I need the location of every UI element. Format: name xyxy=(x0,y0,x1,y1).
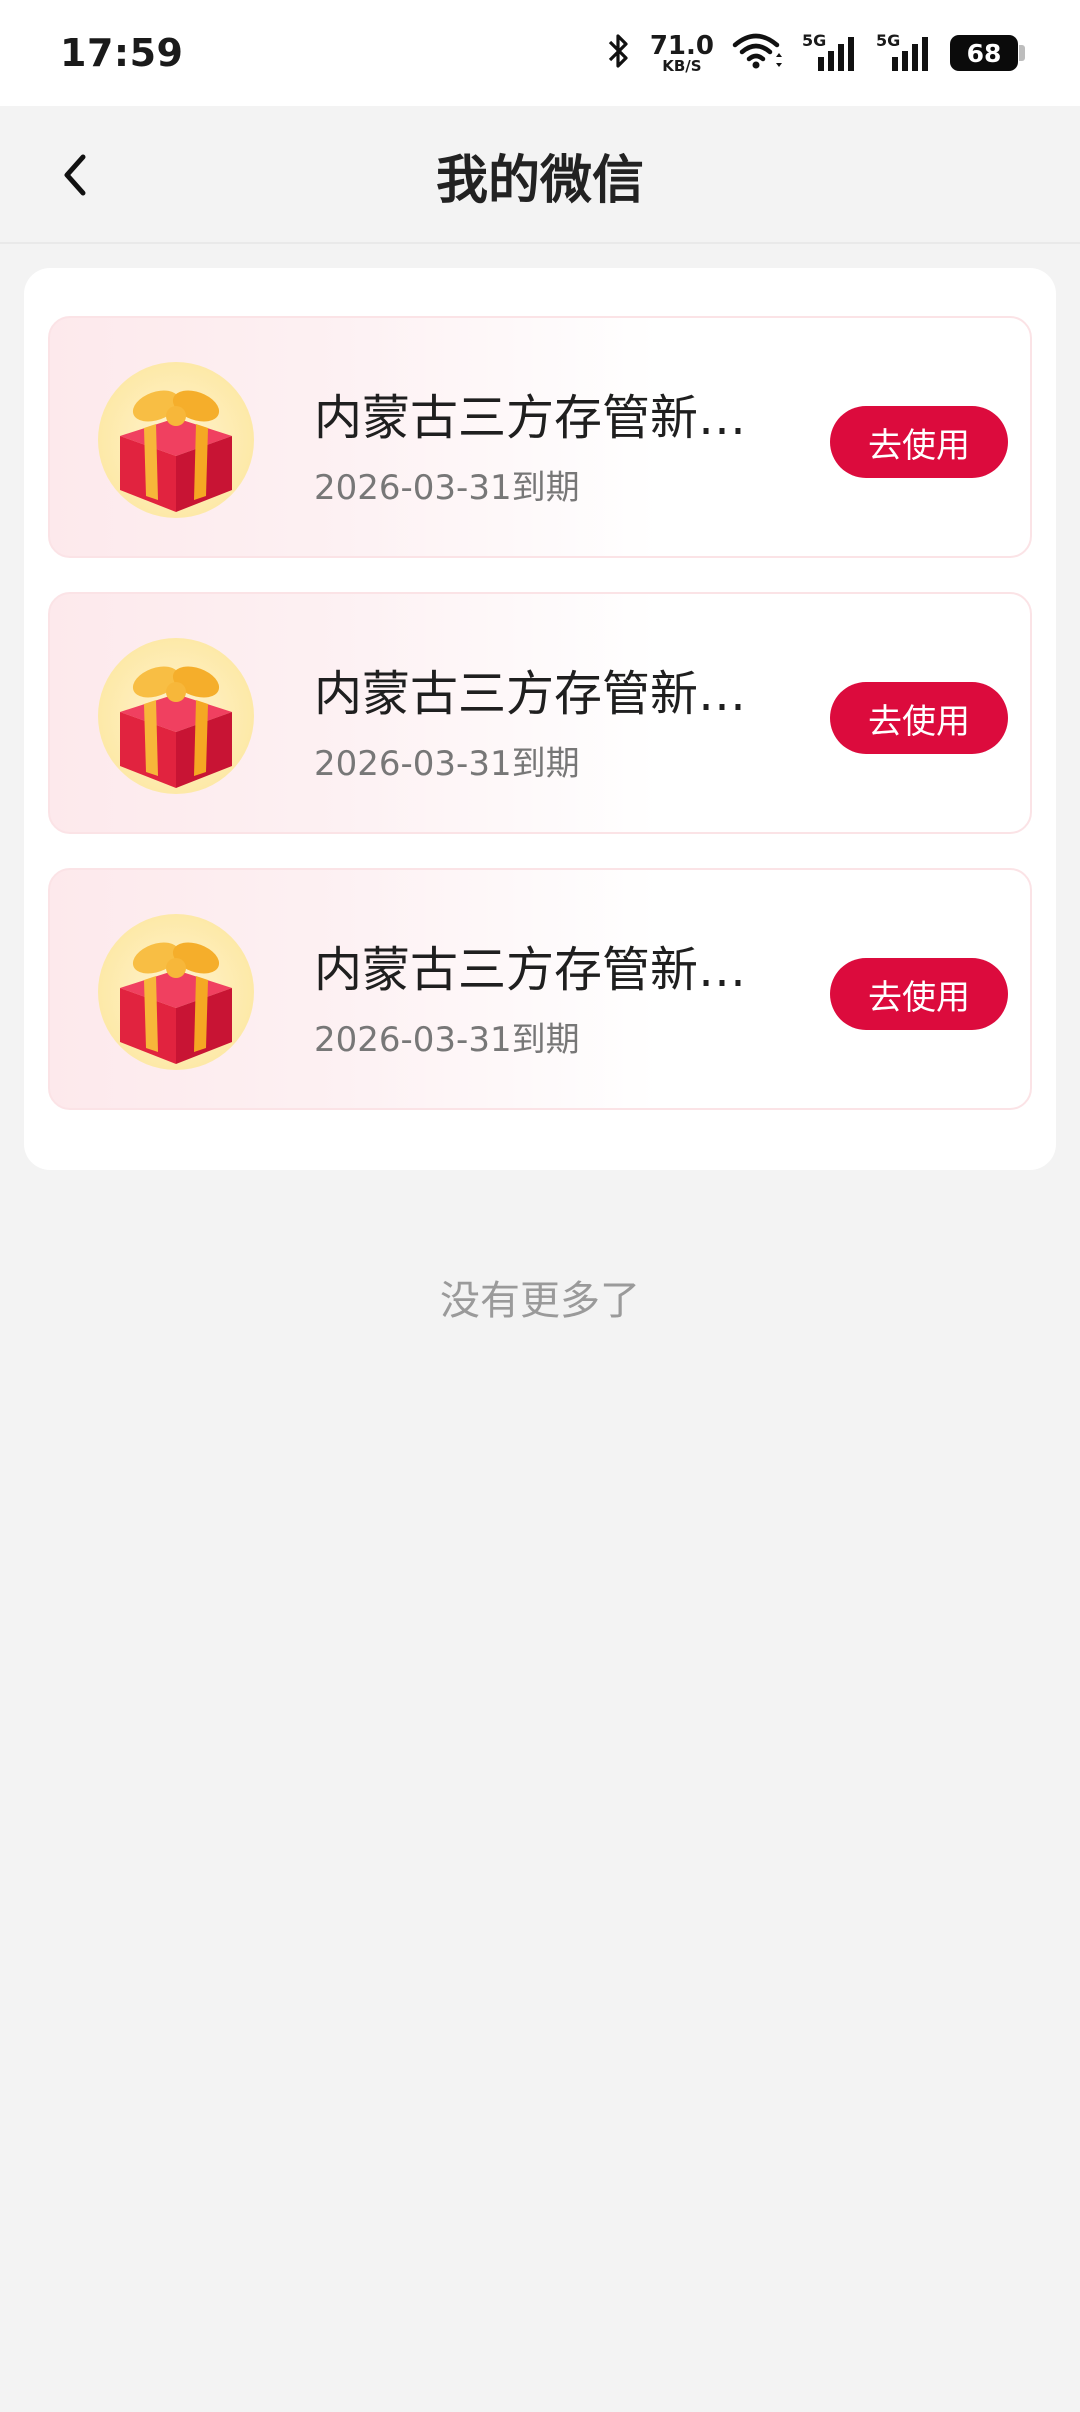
battery-level: 68 xyxy=(966,38,1002,68)
coupon-expiry-date: 2026-03-31到期 xyxy=(314,1020,580,1060)
gift-icon xyxy=(98,914,254,1070)
coupon-item: 内蒙古三方存管新客... 2026-03-31到期 去使用 xyxy=(48,592,1032,834)
coupon-list-card: 内蒙古三方存管新客... 2026-03-31到期 去使用 内蒙古三方存管新客.… xyxy=(24,268,1056,1170)
gift-icon xyxy=(98,638,254,794)
use-coupon-button[interactable]: 去使用 xyxy=(830,682,1008,754)
signal-icon: 5G xyxy=(802,31,858,73)
use-coupon-button[interactable]: 去使用 xyxy=(830,958,1008,1030)
coupon-item: 内蒙古三方存管新客... 2026-03-31到期 去使用 xyxy=(48,316,1032,558)
coupon-item: 内蒙古三方存管新客... 2026-03-31到期 去使用 xyxy=(48,868,1032,1110)
coupon-expiry-date: 2026-03-31到期 xyxy=(314,744,580,784)
no-more-text: 没有更多了 xyxy=(440,1278,640,1324)
bluetooth-icon xyxy=(606,31,632,75)
status-icons: 71.0 KB/S 5G 5G 68 xyxy=(606,31,1025,75)
coupon-title: 内蒙古三方存管新客... xyxy=(314,390,784,446)
network-speed: 71.0 KB/S xyxy=(650,33,714,74)
network-speed-value: 71.0 xyxy=(649,30,714,61)
back-button[interactable] xyxy=(44,142,104,208)
battery-icon: 68 xyxy=(950,35,1025,71)
chevron-left-icon xyxy=(64,154,86,196)
status-time: 17:59 xyxy=(60,31,184,75)
signal-icon-2: 5G xyxy=(876,31,932,73)
status-bar: 17:59 71.0 KB/S 5G 5G 68 xyxy=(0,0,1080,106)
coupon-title: 内蒙古三方存管新客... xyxy=(314,942,784,998)
wifi-icon xyxy=(732,31,784,75)
nav-bar: 我的微信 xyxy=(0,106,1080,244)
network-speed-unit: KB/S xyxy=(662,56,702,75)
gift-icon xyxy=(98,362,254,518)
use-coupon-button[interactable]: 去使用 xyxy=(830,406,1008,478)
coupon-title: 内蒙古三方存管新客... xyxy=(314,666,784,722)
coupon-expiry-date: 2026-03-31到期 xyxy=(314,468,580,508)
page-title: 我的微信 xyxy=(435,150,644,211)
